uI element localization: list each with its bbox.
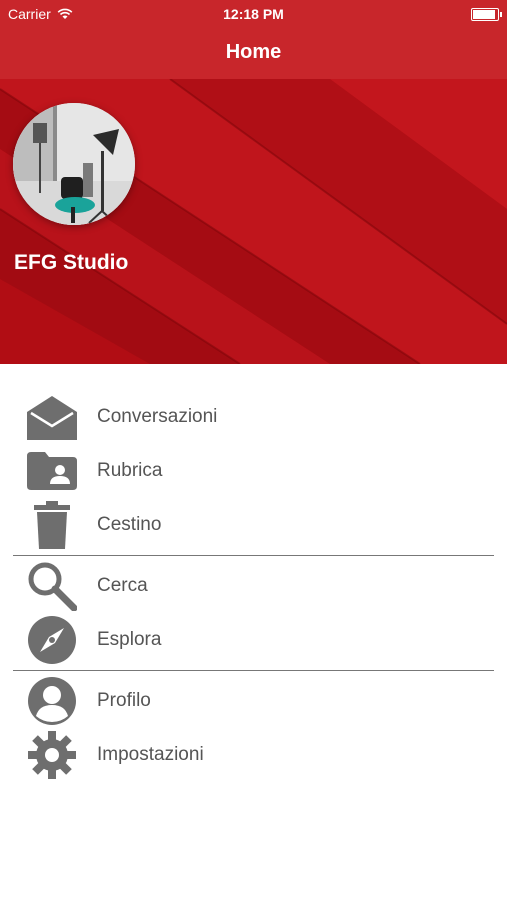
studio-name: EFG Studio bbox=[14, 251, 129, 274]
menu-item-label: Impostazioni bbox=[97, 744, 204, 765]
search-icon bbox=[27, 561, 77, 611]
page-title: Home bbox=[225, 41, 282, 63]
menu-item-rubrica[interactable]: Rubrica bbox=[0, 444, 507, 498]
profile-icon bbox=[27, 676, 77, 726]
menu-item-label: Profilo bbox=[97, 690, 151, 711]
menu-item-label: Esplora bbox=[97, 629, 162, 650]
status-bar: Carrier 12:18 PM bbox=[0, 0, 507, 28]
menu-item-label: Cerca bbox=[97, 575, 148, 596]
compass-icon bbox=[27, 615, 77, 665]
menu-item-conversazioni[interactable]: Conversazioni bbox=[0, 390, 507, 444]
menu-item-esplora[interactable]: Esplora bbox=[0, 613, 507, 667]
envelope-open-icon bbox=[27, 392, 77, 442]
status-time: 12:18 PM bbox=[223, 6, 284, 22]
menu-divider bbox=[13, 555, 494, 556]
studio-photo bbox=[13, 103, 135, 225]
menu-item-profilo[interactable]: Profilo bbox=[0, 674, 507, 728]
battery-fill bbox=[473, 10, 495, 19]
gear-icon bbox=[27, 730, 77, 780]
battery-icon bbox=[471, 8, 502, 21]
profile-header: EFG Studio bbox=[0, 79, 507, 364]
menu-item-cerca[interactable]: Cerca bbox=[0, 559, 507, 613]
avatar[interactable] bbox=[13, 103, 135, 225]
side-menu: Conversazioni Rubrica Cestino Cerca Espl… bbox=[0, 390, 507, 782]
menu-item-impostazioni[interactable]: Impostazioni bbox=[0, 728, 507, 782]
menu-item-label: Conversazioni bbox=[97, 406, 218, 427]
menu-item-cestino[interactable]: Cestino bbox=[0, 498, 507, 552]
menu-item-label: Rubrica bbox=[97, 460, 163, 481]
trash-icon bbox=[27, 500, 77, 550]
navigation-bar: Home bbox=[0, 28, 507, 79]
contacts-folder-icon bbox=[27, 446, 77, 496]
menu-divider bbox=[13, 670, 494, 671]
menu-item-label: Cestino bbox=[97, 514, 162, 535]
